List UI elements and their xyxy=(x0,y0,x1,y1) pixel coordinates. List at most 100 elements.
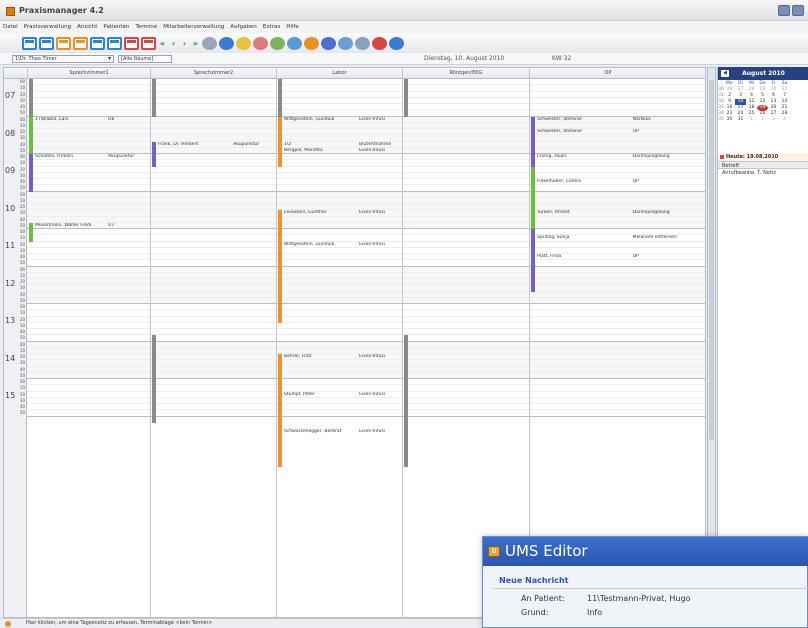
minute-label: 50 xyxy=(20,222,26,228)
clock-icon[interactable] xyxy=(355,36,370,50)
menu-hilfe[interactable]: Hilfe xyxy=(286,24,299,30)
appointment-name[interactable]: Cheng, Huan xyxy=(537,154,631,160)
mini-calendar-day[interactable]: 2 xyxy=(757,117,768,123)
appointment-reason[interactable]: OP xyxy=(633,179,685,185)
menu-aufgaben[interactable]: Aufgaben xyxy=(230,24,256,30)
hour-label: 15 xyxy=(5,391,16,400)
search-icon[interactable] xyxy=(372,36,387,50)
last-icon[interactable]: » xyxy=(191,37,200,50)
minute-label: 10 xyxy=(20,272,26,278)
patient-icon[interactable] xyxy=(219,36,234,50)
column-header[interactable]: Sprechzimmer1 xyxy=(27,68,150,79)
flash-icon[interactable] xyxy=(304,36,319,50)
minimize-button[interactable] xyxy=(778,5,790,16)
pencil-icon[interactable] xyxy=(236,36,251,50)
appointment-reason[interactable]: OP xyxy=(633,129,685,135)
betreff-item[interactable]: Anrufbeantw. 7. Notiz xyxy=(718,169,808,177)
appointment-name[interactable]: Bergpol, Manetta xyxy=(284,148,360,154)
appointment-name[interactable]: Musermann, Walter Frodi xyxy=(35,223,109,229)
appointment-reason[interactable]: Eisen-Infusi xyxy=(359,210,401,216)
help-icon[interactable] xyxy=(389,36,404,50)
appointment-reason[interactable]: Eisen-Infusi xyxy=(359,354,401,360)
next-icon[interactable]: › xyxy=(180,37,189,50)
calendar-view-6-icon[interactable] xyxy=(107,36,122,50)
appointment-name[interactable]: 17\Blabla, Lars xyxy=(35,117,109,123)
menu-extras[interactable]: Extras xyxy=(263,24,280,30)
mini-calendar-day[interactable]: 4 xyxy=(779,117,790,123)
ums-editor-title-bar[interactable]: U UMS Editor xyxy=(483,537,808,566)
calendar-view-8-icon[interactable] xyxy=(141,36,156,50)
column-header[interactable]: Labor xyxy=(276,68,402,79)
appointment-reason[interactable]: Eisen-Infusi xyxy=(359,392,401,398)
column-header[interactable]: Röntgen/EKG xyxy=(402,68,529,79)
scrollbar-thumb[interactable] xyxy=(709,80,714,440)
menu-mitarbeiterverwaltung[interactable]: Mitarbeiterverwaltung xyxy=(163,24,224,30)
mini-calendar-day[interactable]: 1 xyxy=(746,117,757,123)
menu-termine[interactable]: Termine xyxy=(135,24,157,30)
bottle-icon[interactable] xyxy=(270,36,285,50)
column-header[interactable]: Sprechzimmer2 xyxy=(150,68,276,79)
document-icon[interactable] xyxy=(287,36,302,50)
status-bar-strip xyxy=(29,79,33,117)
previous-icon[interactable]: ‹ xyxy=(169,37,178,50)
patient-value[interactable]: 11\Testmann-Privat, Hugo xyxy=(587,594,690,603)
appointment-name[interactable]: Spritzig, Sonja xyxy=(537,235,631,241)
appointment-reason[interactable]: Eisen-Infusi xyxy=(359,429,401,435)
refresh-icon[interactable] xyxy=(338,36,353,50)
appointment-reason[interactable]: Darmspiegelung xyxy=(633,210,685,216)
menu-datei[interactable]: Datei xyxy=(3,24,18,30)
appointment-reason[interactable]: Darmspiegelung xyxy=(633,154,685,160)
mini-calendar[interactable]: Mo Di Mi Do Fr Sa 30 26 27 28 29 30 31 31 2 3 4 5 6 7 32 9 10 1… xyxy=(718,81,808,123)
appointment-name[interactable]: Schwester, Stefanie xyxy=(537,117,631,123)
calendar-view-5-icon[interactable] xyxy=(90,36,105,50)
menu-ansicht[interactable]: Ansicht xyxy=(77,24,97,30)
time-slot[interactable] xyxy=(27,410,705,417)
week-view-icon[interactable] xyxy=(39,36,54,50)
appointment-reason[interactable]: Blutentnahme xyxy=(359,142,401,148)
syringe-icon[interactable] xyxy=(253,36,268,50)
workweek-view-icon[interactable] xyxy=(56,36,71,50)
menu-praxisverwaltung[interactable]: Praxisverwaltung xyxy=(24,24,71,30)
calendar-view-7-icon[interactable] xyxy=(124,36,139,50)
appointment-name[interactable]: Leiewann, Günther xyxy=(284,210,360,216)
appointment-reason[interactable]: U7 xyxy=(108,223,149,229)
appointment-reason[interactable]: U6 xyxy=(108,117,149,123)
appointment-name[interactable]: Finkelhuber, Cemini xyxy=(537,179,631,185)
today-label[interactable]: Heute: 19.08.2010 xyxy=(718,153,808,161)
maximize-button[interactable] xyxy=(792,5,804,16)
appointment-name[interactable]: Stumpf, Peter xyxy=(284,392,360,398)
glasses-icon[interactable] xyxy=(202,36,217,50)
appointment-name[interactable]: Wittgenstein, Gundula xyxy=(284,117,360,123)
appointment-name[interactable]: Wittgenstein, Gundula xyxy=(284,242,360,248)
minute-label: 40 xyxy=(20,104,26,109)
appointment-reason[interactable]: Akupunktur xyxy=(233,142,275,148)
day-view-icon[interactable] xyxy=(22,36,37,50)
column-header[interactable]: OP xyxy=(529,68,686,79)
mini-calendar-prev-icon[interactable]: ◀ xyxy=(721,70,729,77)
reason-value[interactable]: Info xyxy=(587,608,602,617)
month-view-icon[interactable] xyxy=(73,36,88,50)
appointment-name[interactable]: Schwester, Stefanie xyxy=(537,129,631,135)
appointment-name[interactable]: 1\2 xyxy=(284,142,360,148)
appointment-reason[interactable]: Akupunktur xyxy=(108,154,149,160)
appointment-reason[interactable]: Melanom entfernen xyxy=(633,235,685,241)
appointment-reason[interactable]: Eisen-Infusi xyxy=(359,148,401,154)
appointment-reason[interactable]: Eisen-Infusi xyxy=(359,242,401,248)
first-icon[interactable]: « xyxy=(158,37,167,50)
mini-calendar-day[interactable]: 3 xyxy=(768,117,779,123)
appointment-name[interactable]: Frank, Dr. Herbert xyxy=(158,142,234,148)
appointment-reason[interactable]: Narkose xyxy=(633,117,685,123)
appointment-reason[interactable]: OP xyxy=(633,254,685,260)
doctor-select[interactable]: 1\Dr. Theo Timer xyxy=(12,55,114,63)
form-icon[interactable] xyxy=(321,36,336,50)
appointment-reason[interactable]: Eisen-Infusi xyxy=(359,117,401,123)
menu-patienten[interactable]: Patienten xyxy=(103,24,129,30)
mini-calendar-day[interactable]: 31 xyxy=(735,117,746,123)
appointment-name[interactable]: Bohrer, Fritz xyxy=(284,354,360,360)
mini-calendar-day[interactable]: 30 xyxy=(724,117,735,123)
room-select[interactable]: [Alle Räume] xyxy=(118,55,172,63)
appointment-name[interactable]: Platt, Frida xyxy=(537,254,631,260)
appointment-name[interactable]: Schatzle, Fridolin xyxy=(35,154,109,160)
appointment-name[interactable]: Schwarzenegger, Berbrat xyxy=(284,429,360,435)
appointment-name[interactable]: Türken, Ahmet xyxy=(537,210,631,216)
